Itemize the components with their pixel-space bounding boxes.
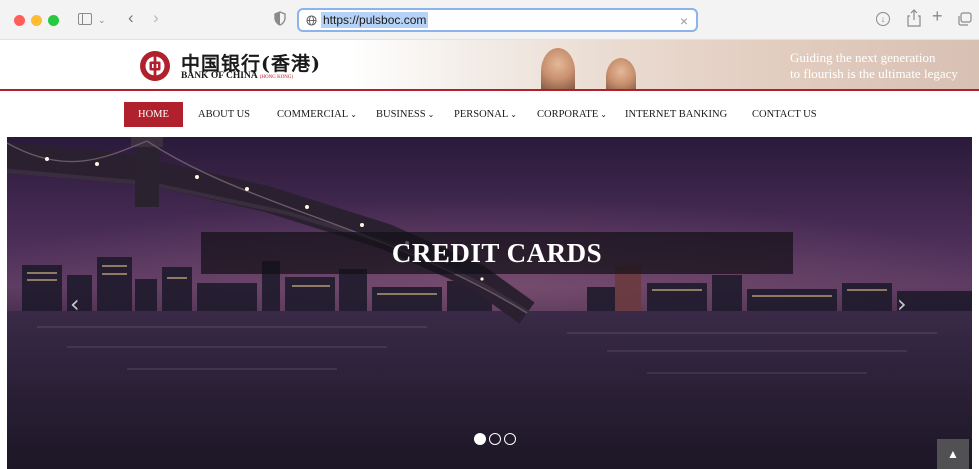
address-bar[interactable]: https://pulsboc.com × — [297, 8, 698, 32]
tab-overview-icon[interactable] — [957, 12, 972, 26]
nav-internet-banking[interactable]: INTERNET BANKING — [625, 102, 727, 127]
bank-name-english[interactable]: BANK OF CHINA (HONG KONG) — [181, 71, 293, 81]
site-header: 中国银行(香港) BANK OF CHINA (HONG KONG) Guidin… — [0, 40, 979, 89]
bank-name-region: (HONG KONG) — [259, 75, 294, 80]
url-text[interactable]: https://pulsboc.com — [321, 12, 429, 28]
nav-label: BUSINESS — [376, 109, 426, 120]
nav-business[interactable]: BUSINESS ⌄ — [376, 102, 434, 127]
carousel-indicator-2[interactable] — [489, 433, 501, 445]
nav-label: CORPORATE — [537, 109, 599, 120]
chevron-down-icon: ⌄ — [600, 110, 607, 119]
carousel-prev-button[interactable]: ‹ — [70, 292, 80, 316]
window-controls — [14, 15, 59, 26]
header-photo-person — [606, 58, 636, 89]
hero-title: CREDIT CARDS — [391, 238, 603, 268]
main-nav: HOME ABOUT US COMMERCIAL ⌄ BUSINESS ⌄ PERS… — [0, 91, 979, 137]
nav-corporate[interactable]: CORPORATE ⌄ — [537, 102, 607, 127]
bank-logo-icon[interactable] — [139, 50, 171, 82]
close-window-button[interactable] — [14, 15, 25, 26]
clear-icon[interactable]: × — [680, 13, 688, 29]
new-tab-icon[interactable]: + — [932, 7, 943, 25]
nav-commercial[interactable]: COMMERCIAL ⌄ — [277, 102, 357, 127]
hero-background-image — [7, 137, 972, 469]
hero-carousel: CREDIT CARDS ‹ › ▲ — [7, 137, 972, 469]
minimize-window-button[interactable] — [31, 15, 42, 26]
sidebar-icon[interactable] — [78, 13, 92, 25]
chevron-down-icon[interactable]: ⌄ — [98, 13, 106, 27]
carousel-indicator-1[interactable] — [474, 433, 486, 445]
nav-label: PERSONAL — [454, 109, 509, 120]
carousel-indicators — [474, 433, 516, 445]
download-icon[interactable]: ↓ — [876, 12, 890, 26]
tagline-line: Guiding the next generation — [790, 50, 936, 65]
forward-icon[interactable]: › — [153, 9, 159, 26]
nav-contact-us[interactable]: CONTACT US — [752, 102, 817, 127]
tagline-line: to flourish is the ultimate legacy — [790, 66, 958, 81]
share-icon[interactable] — [906, 9, 922, 27]
scroll-to-top-button[interactable]: ▲ — [937, 439, 969, 469]
zoom-window-button[interactable] — [48, 15, 59, 26]
nav-label: COMMERCIAL — [277, 109, 349, 120]
header-tagline: Guiding the next generation to flourish … — [790, 50, 979, 82]
browser-toolbar: ⌄ ‹ › https://pulsboc.com × ↓ + — [0, 0, 979, 40]
chevron-down-icon: ⌄ — [427, 110, 435, 119]
header-photo-person — [541, 48, 575, 89]
nav-personal[interactable]: PERSONAL ⌄ — [454, 102, 517, 127]
nav-home[interactable]: HOME — [124, 102, 183, 127]
carousel-next-button[interactable]: › — [897, 292, 907, 316]
hero-caption: CREDIT CARDS — [201, 232, 793, 274]
globe-icon — [306, 14, 317, 26]
back-icon[interactable]: ‹ — [128, 9, 134, 26]
chevron-down-icon: ⌄ — [510, 110, 517, 119]
privacy-shield-icon[interactable] — [274, 11, 286, 26]
nav-about-us[interactable]: ABOUT US — [198, 102, 250, 127]
bank-name-english-text: BANK OF CHINA — [181, 71, 258, 81]
chevron-down-icon: ⌄ — [350, 110, 357, 119]
carousel-indicator-3[interactable] — [504, 433, 516, 445]
